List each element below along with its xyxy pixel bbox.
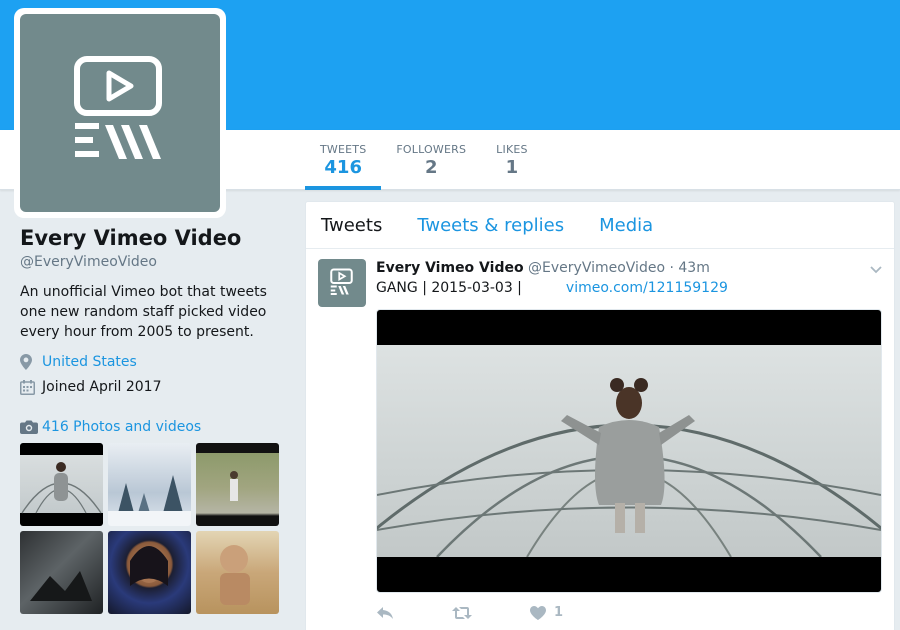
like-action[interactable]: 1 [530, 605, 563, 620]
stat-label: FOLLOWERS [396, 143, 467, 156]
tab-tweets-replies[interactable]: Tweets & replies [417, 215, 564, 236]
profile-avatar[interactable] [14, 8, 226, 218]
calendar-icon [20, 379, 42, 395]
profile-bio: An unofficial Vimeo bot that tweets one … [20, 284, 267, 340]
stat-label: LIKES [496, 143, 528, 156]
video-still [377, 378, 881, 558]
profile-location: United States [20, 354, 290, 370]
thumbnail-art [130, 546, 168, 586]
video-frame [377, 345, 881, 558]
stat-value: 416 [324, 157, 362, 178]
chevron-down-icon[interactable] [870, 259, 882, 278]
stat-value: 2 [425, 157, 438, 178]
thumbnail-art [30, 571, 92, 601]
retweet-icon[interactable] [452, 606, 472, 620]
camera-icon [20, 420, 42, 434]
tweet-author-handle[interactable]: @EveryVimeoVideo [528, 260, 665, 276]
reply-icon[interactable] [376, 606, 394, 620]
photo-thumbnail[interactable] [196, 531, 279, 614]
tweet-link[interactable]: vimeo.com/121159129 [566, 280, 728, 296]
stat-value: 1 [505, 157, 519, 178]
tweet-author-name[interactable]: Every Vimeo Video [376, 260, 524, 276]
profile-handle[interactable]: @EveryVimeoVideo [20, 254, 290, 270]
profile-name[interactable]: Every Vimeo Video [20, 226, 290, 250]
stat-followers[interactable]: FOLLOWERS 2 [381, 130, 481, 190]
tweet-text: GANG | 2015-03-03 | vimeo.com/121159129 [376, 279, 884, 297]
thumbnail-art [108, 475, 191, 526]
timeline-tabs: Tweets Tweets & replies Media [306, 202, 894, 249]
photo-thumbnail[interactable] [20, 443, 103, 526]
tweet-actions: 1 [376, 605, 884, 620]
tweet-body: Every Vimeo Video @EveryVimeoVideo · 43m… [376, 259, 884, 620]
tweet-timestamp[interactable]: · 43m [669, 260, 709, 276]
vimeo-logo-icon [74, 56, 162, 159]
photo-thumbnail[interactable] [20, 531, 103, 614]
photo-thumbnail[interactable] [108, 443, 191, 526]
avatar-image [20, 14, 220, 212]
like-count: 1 [554, 605, 564, 620]
thumbnail-art [21, 462, 102, 514]
photo-grid [20, 443, 290, 614]
photo-thumbnail[interactable] [196, 443, 279, 526]
tab-media[interactable]: Media [599, 215, 653, 236]
profile-stats: TWEETS 416 FOLLOWERS 2 LIKES 1 [305, 130, 543, 190]
timeline: Tweets Tweets & replies Media Every Vime… [305, 201, 895, 630]
joined-date: Joined April 2017 [42, 379, 162, 395]
photos-link-label: 416 Photos and videos [42, 419, 202, 435]
vimeo-logo-icon [330, 268, 353, 295]
photos-videos-link[interactable]: 416 Photos and videos [20, 419, 290, 435]
location-link[interactable]: United States [42, 354, 137, 370]
tweet-text-content: GANG | 2015-03-03 | [376, 280, 522, 296]
tweet-avatar[interactable] [318, 259, 366, 307]
profile-joined: Joined April 2017 [20, 379, 290, 395]
location-pin-icon [20, 354, 42, 370]
thumbnail-art [220, 545, 250, 605]
tab-tweets[interactable]: Tweets [321, 215, 382, 236]
tweet-media-video[interactable] [376, 309, 882, 593]
stat-likes[interactable]: LIKES 1 [481, 130, 543, 190]
heart-icon [530, 605, 546, 620]
photo-thumbnail[interactable] [108, 531, 191, 614]
tweet-header: Every Vimeo Video @EveryVimeoVideo · 43m [376, 259, 884, 277]
stat-tweets[interactable]: TWEETS 416 [305, 130, 382, 190]
thumbnail-art [230, 471, 238, 501]
stat-label: TWEETS [320, 143, 367, 156]
profile-card: Every Vimeo Video @EveryVimeoVideo An un… [20, 226, 290, 614]
